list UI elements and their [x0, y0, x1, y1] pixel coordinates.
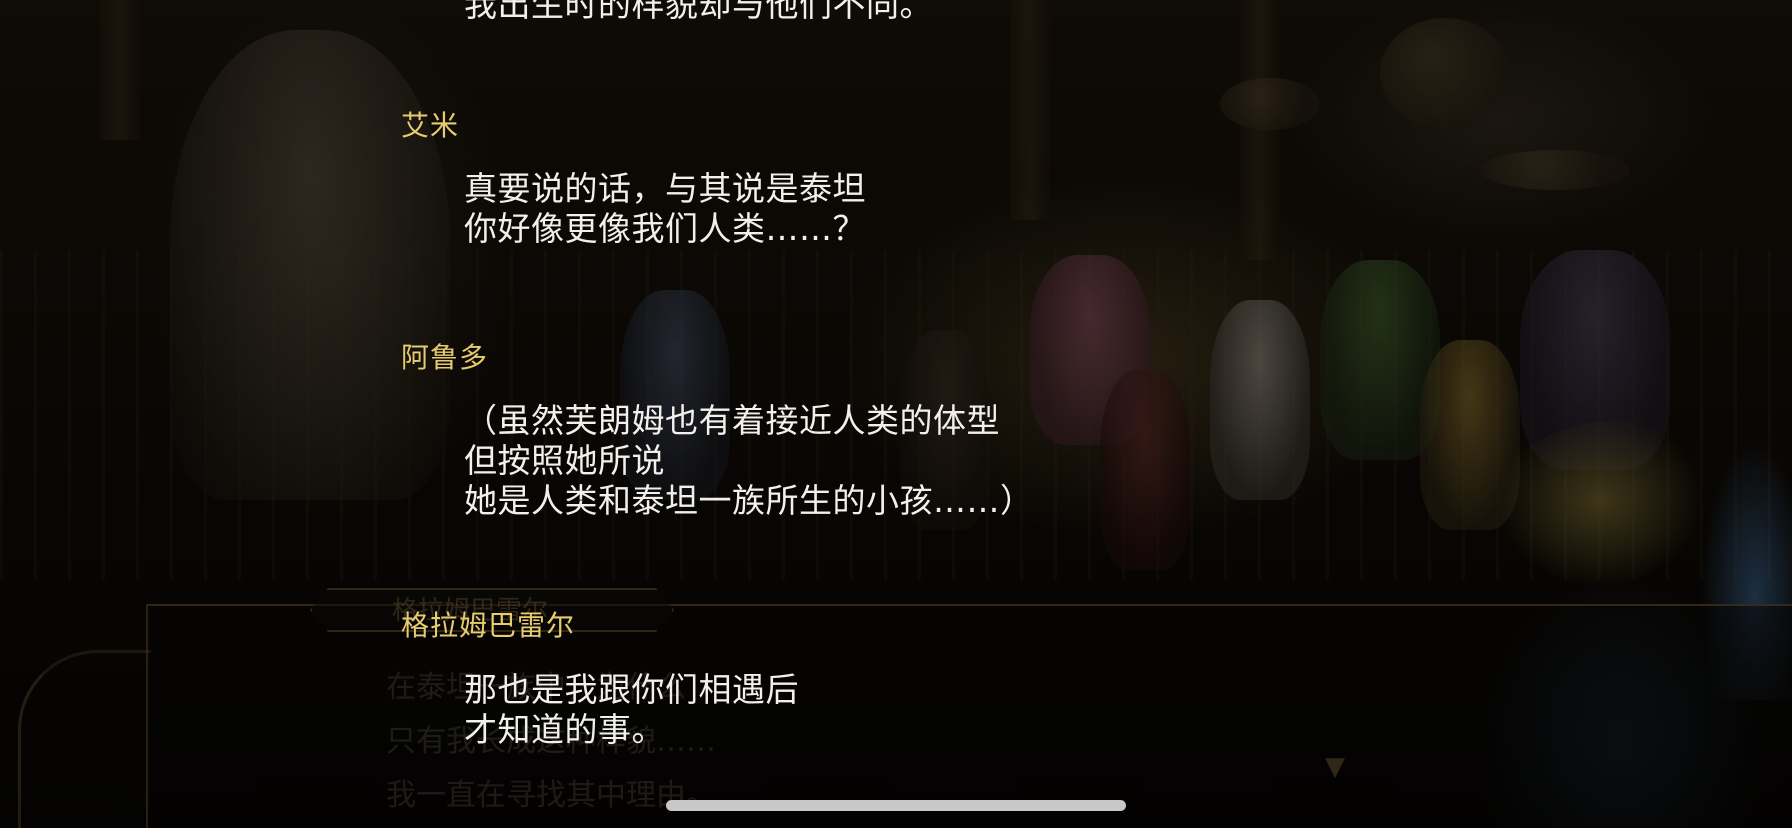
backlog-line: 她是人类和泰坦一族所生的小孩……）: [464, 481, 1034, 520]
backlog-speaker-name: 艾米: [401, 109, 460, 142]
backlog-line: 那也是我跟你们相遇后: [464, 670, 799, 709]
backlog-line: （虽然芙朗姆也有着接近人类的体型: [464, 401, 1000, 440]
backlog-line: 我出生时的样貌却与他们不同。: [464, 0, 933, 24]
game-scene[interactable]: 格拉姆巴雷尔 在泰坦一族中，为什么 只有我长成这种样貌…… 我一直在寻找其中理由…: [0, 0, 1792, 828]
backlog-speaker-name: 格拉姆巴雷尔: [401, 609, 576, 642]
backlog-line: 真要说的话，与其说是泰坦: [464, 169, 866, 208]
backlog-speaker-name: 阿鲁多: [401, 341, 489, 374]
backlog-line: 但按照她所说: [464, 441, 665, 480]
backlog-line: 才知道的事。: [464, 710, 665, 749]
home-indicator-bar[interactable]: [666, 800, 1126, 811]
backlog-line: 你好像更像我们人类……？: [464, 209, 866, 248]
